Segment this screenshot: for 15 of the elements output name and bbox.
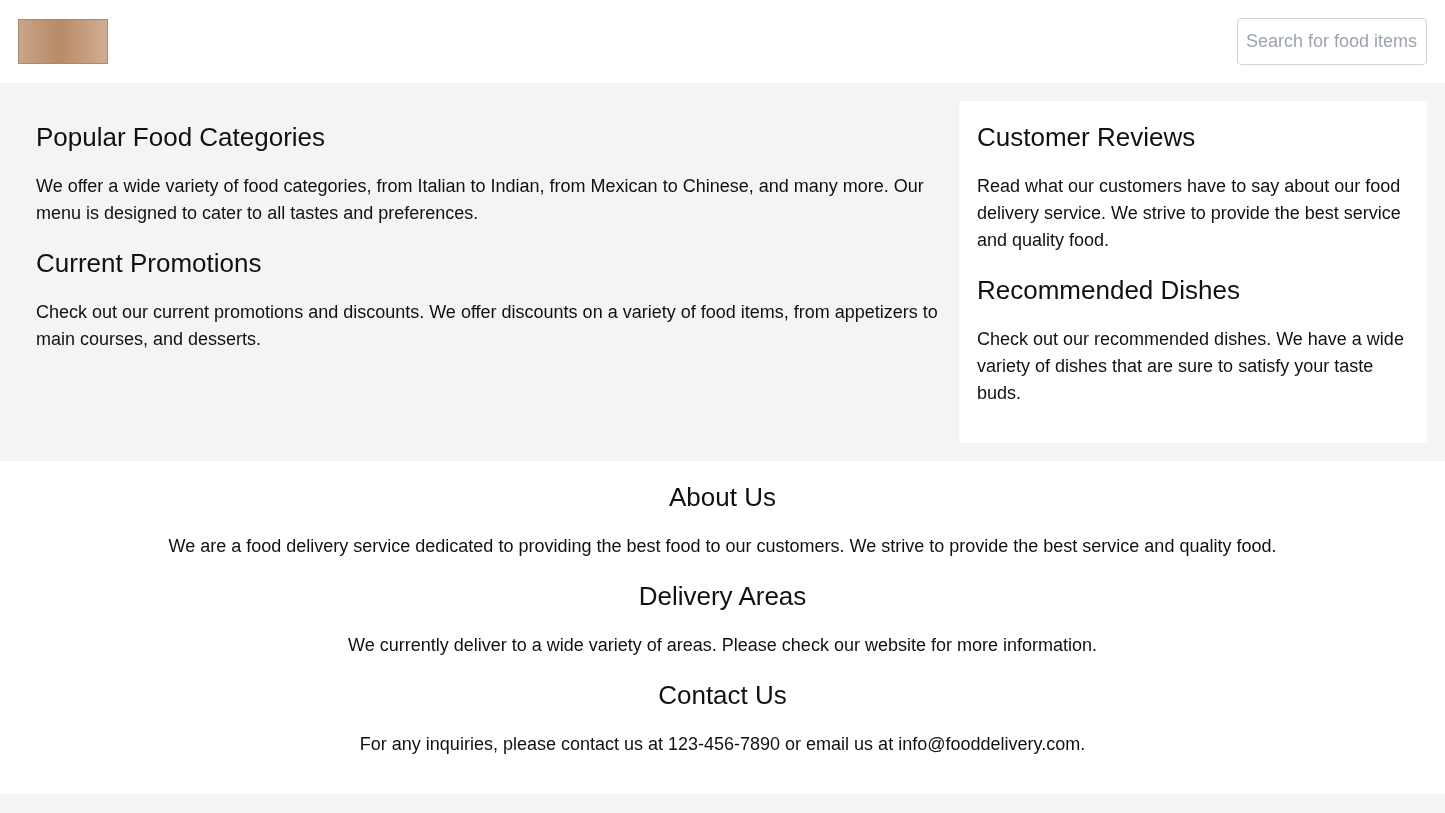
section-text: Read what our customers have to say about our food delivery service. We strive to provide the best service and quality food. [977,175,1402,252]
section-text: We currently deliver to a wide variety of areas. Please check our website for more information. [348,634,1097,657]
section-heading: Delivery Areas [638,580,807,613]
section-text: Check out our current promotions and discounts. We offer discounts on a variety of food items, from appetizers to main courses, and desserts. [36,301,939,351]
section-text: For any inquiries, please contact us at 123-456-7890 or email us at info@fooddelivery.com. [359,733,1086,756]
section-heading: Customer Reviews [977,121,1197,154]
section-heading: About Us [669,481,776,514]
section-text: Check out our recommended dishes. We have a wide variety of dishes that are sure to satisfy your taste buds. [977,328,1405,405]
section-heading: Current Promotions [36,247,263,280]
section-heading: Popular Food Categories [36,121,327,154]
section-heading: Contact Us [658,679,787,712]
section-text: We are a food delivery service dedicated to providing the best food to our customers. We strive to provide the best service and quality food. [168,535,1277,558]
search-field[interactable]: Search for food items [1237,18,1427,65]
section-heading: Recommended Dishes [977,274,1241,307]
section-text: We offer a wide variety of food categories, from Italian to Indian, from Mexican to Chinese, and many more. Our menu is designed to cater to all tastes and preferences. [36,175,925,225]
